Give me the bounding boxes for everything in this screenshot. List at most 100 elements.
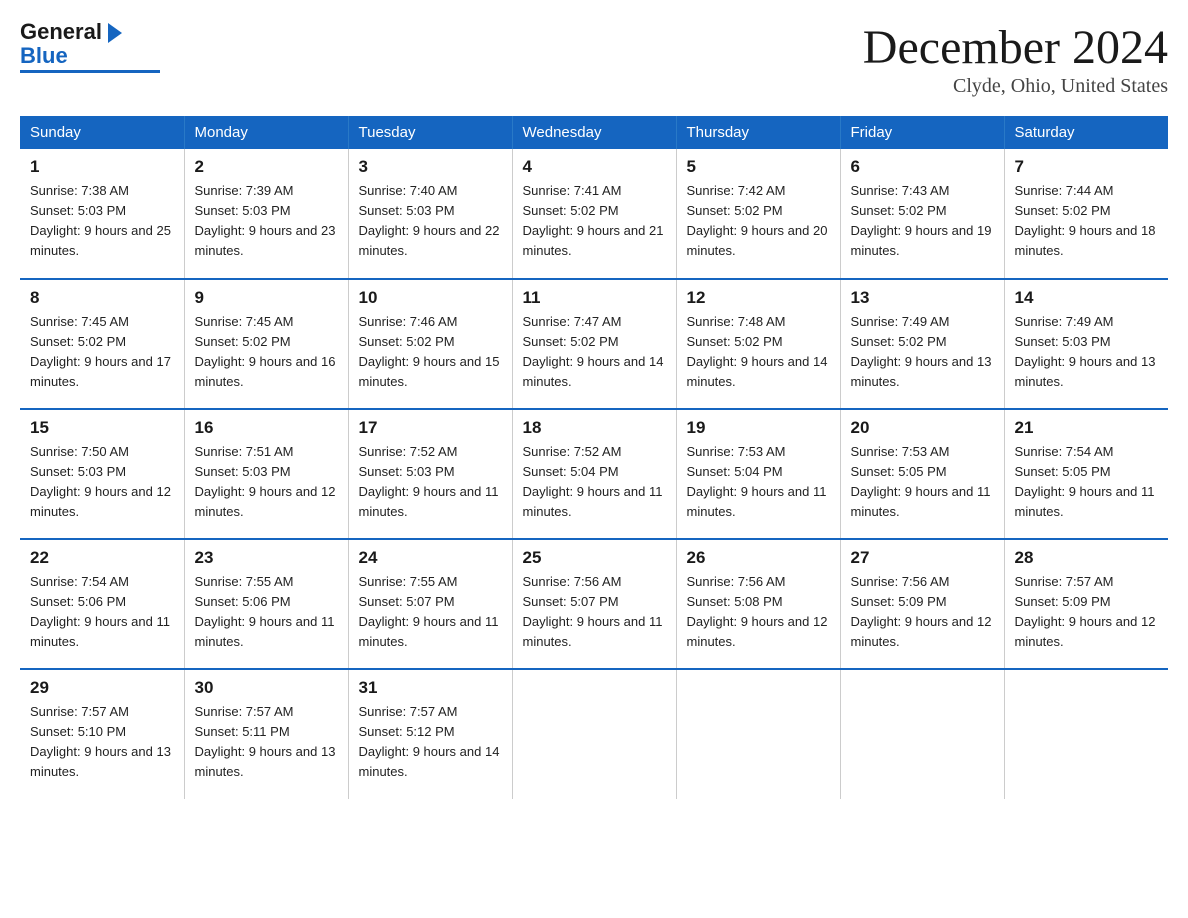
day-info: Sunrise: 7:52 AMSunset: 5:03 PMDaylight:… [359, 444, 499, 519]
calendar-day [512, 669, 676, 799]
header-wednesday: Wednesday [512, 116, 676, 149]
calendar-day: 22 Sunrise: 7:54 AMSunset: 5:06 PMDaylig… [20, 539, 184, 669]
calendar-day: 30 Sunrise: 7:57 AMSunset: 5:11 PMDaylig… [184, 669, 348, 799]
calendar-day: 20 Sunrise: 7:53 AMSunset: 5:05 PMDaylig… [840, 409, 1004, 539]
day-number: 3 [359, 157, 502, 177]
day-info: Sunrise: 7:40 AMSunset: 5:03 PMDaylight:… [359, 183, 500, 258]
day-number: 9 [195, 288, 338, 308]
day-info: Sunrise: 7:57 AMSunset: 5:11 PMDaylight:… [195, 704, 336, 779]
calendar-day: 23 Sunrise: 7:55 AMSunset: 5:06 PMDaylig… [184, 539, 348, 669]
calendar-day: 26 Sunrise: 7:56 AMSunset: 5:08 PMDaylig… [676, 539, 840, 669]
day-number: 26 [687, 548, 830, 568]
calendar-day: 16 Sunrise: 7:51 AMSunset: 5:03 PMDaylig… [184, 409, 348, 539]
day-info: Sunrise: 7:45 AMSunset: 5:02 PMDaylight:… [195, 314, 336, 389]
calendar-day: 10 Sunrise: 7:46 AMSunset: 5:02 PMDaylig… [348, 279, 512, 409]
day-number: 21 [1015, 418, 1159, 438]
day-number: 6 [851, 157, 994, 177]
day-info: Sunrise: 7:48 AMSunset: 5:02 PMDaylight:… [687, 314, 828, 389]
calendar-day: 18 Sunrise: 7:52 AMSunset: 5:04 PMDaylig… [512, 409, 676, 539]
calendar-day: 12 Sunrise: 7:48 AMSunset: 5:02 PMDaylig… [676, 279, 840, 409]
day-number: 22 [30, 548, 174, 568]
day-info: Sunrise: 7:43 AMSunset: 5:02 PMDaylight:… [851, 183, 992, 258]
day-number: 13 [851, 288, 994, 308]
day-info: Sunrise: 7:55 AMSunset: 5:07 PMDaylight:… [359, 574, 499, 649]
day-info: Sunrise: 7:56 AMSunset: 5:09 PMDaylight:… [851, 574, 992, 649]
day-headers: Sunday Monday Tuesday Wednesday Thursday… [20, 116, 1168, 149]
calendar-day: 21 Sunrise: 7:54 AMSunset: 5:05 PMDaylig… [1004, 409, 1168, 539]
logo: General Blue [20, 20, 160, 73]
calendar-week-2: 8 Sunrise: 7:45 AMSunset: 5:02 PMDayligh… [20, 279, 1168, 409]
day-info: Sunrise: 7:46 AMSunset: 5:02 PMDaylight:… [359, 314, 500, 389]
calendar-day: 19 Sunrise: 7:53 AMSunset: 5:04 PMDaylig… [676, 409, 840, 539]
calendar-day: 17 Sunrise: 7:52 AMSunset: 5:03 PMDaylig… [348, 409, 512, 539]
title-section: December 2024 Clyde, Ohio, United States [863, 20, 1168, 98]
header-tuesday: Tuesday [348, 116, 512, 149]
calendar-day [676, 669, 840, 799]
day-info: Sunrise: 7:52 AMSunset: 5:04 PMDaylight:… [523, 444, 663, 519]
logo-blue: Blue [20, 44, 68, 68]
month-title: December 2024 [863, 20, 1168, 75]
day-number: 30 [195, 678, 338, 698]
logo-line [20, 70, 160, 73]
calendar-day: 4 Sunrise: 7:41 AMSunset: 5:02 PMDayligh… [512, 149, 676, 279]
calendar-day: 13 Sunrise: 7:49 AMSunset: 5:02 PMDaylig… [840, 279, 1004, 409]
day-number: 8 [30, 288, 174, 308]
day-info: Sunrise: 7:41 AMSunset: 5:02 PMDaylight:… [523, 183, 664, 258]
day-number: 23 [195, 548, 338, 568]
day-number: 5 [687, 157, 830, 177]
calendar-day: 2 Sunrise: 7:39 AMSunset: 5:03 PMDayligh… [184, 149, 348, 279]
day-number: 17 [359, 418, 502, 438]
day-number: 27 [851, 548, 994, 568]
calendar-day: 3 Sunrise: 7:40 AMSunset: 5:03 PMDayligh… [348, 149, 512, 279]
day-info: Sunrise: 7:57 AMSunset: 5:10 PMDaylight:… [30, 704, 171, 779]
calendar-day: 1 Sunrise: 7:38 AMSunset: 5:03 PMDayligh… [20, 149, 184, 279]
calendar-day: 6 Sunrise: 7:43 AMSunset: 5:02 PMDayligh… [840, 149, 1004, 279]
calendar-day: 25 Sunrise: 7:56 AMSunset: 5:07 PMDaylig… [512, 539, 676, 669]
day-info: Sunrise: 7:55 AMSunset: 5:06 PMDaylight:… [195, 574, 335, 649]
calendar-week-3: 15 Sunrise: 7:50 AMSunset: 5:03 PMDaylig… [20, 409, 1168, 539]
calendar-week-1: 1 Sunrise: 7:38 AMSunset: 5:03 PMDayligh… [20, 149, 1168, 279]
day-number: 1 [30, 157, 174, 177]
day-number: 11 [523, 288, 666, 308]
day-info: Sunrise: 7:56 AMSunset: 5:07 PMDaylight:… [523, 574, 663, 649]
day-info: Sunrise: 7:44 AMSunset: 5:02 PMDaylight:… [1015, 183, 1156, 258]
day-number: 19 [687, 418, 830, 438]
calendar-day [840, 669, 1004, 799]
calendar-day: 8 Sunrise: 7:45 AMSunset: 5:02 PMDayligh… [20, 279, 184, 409]
day-number: 25 [523, 548, 666, 568]
calendar-day: 31 Sunrise: 7:57 AMSunset: 5:12 PMDaylig… [348, 669, 512, 799]
calendar-day: 15 Sunrise: 7:50 AMSunset: 5:03 PMDaylig… [20, 409, 184, 539]
calendar-day: 7 Sunrise: 7:44 AMSunset: 5:02 PMDayligh… [1004, 149, 1168, 279]
day-info: Sunrise: 7:47 AMSunset: 5:02 PMDaylight:… [523, 314, 664, 389]
calendar-day: 9 Sunrise: 7:45 AMSunset: 5:02 PMDayligh… [184, 279, 348, 409]
day-number: 12 [687, 288, 830, 308]
calendar-day: 24 Sunrise: 7:55 AMSunset: 5:07 PMDaylig… [348, 539, 512, 669]
day-info: Sunrise: 7:54 AMSunset: 5:06 PMDaylight:… [30, 574, 170, 649]
calendar-day: 14 Sunrise: 7:49 AMSunset: 5:03 PMDaylig… [1004, 279, 1168, 409]
header-sunday: Sunday [20, 116, 184, 149]
day-info: Sunrise: 7:53 AMSunset: 5:05 PMDaylight:… [851, 444, 991, 519]
calendar-day: 29 Sunrise: 7:57 AMSunset: 5:10 PMDaylig… [20, 669, 184, 799]
day-number: 18 [523, 418, 666, 438]
day-info: Sunrise: 7:50 AMSunset: 5:03 PMDaylight:… [30, 444, 171, 519]
calendar-day: 11 Sunrise: 7:47 AMSunset: 5:02 PMDaylig… [512, 279, 676, 409]
calendar-day: 5 Sunrise: 7:42 AMSunset: 5:02 PMDayligh… [676, 149, 840, 279]
day-number: 7 [1015, 157, 1159, 177]
header-saturday: Saturday [1004, 116, 1168, 149]
day-info: Sunrise: 7:57 AMSunset: 5:09 PMDaylight:… [1015, 574, 1156, 649]
day-number: 24 [359, 548, 502, 568]
calendar-day [1004, 669, 1168, 799]
day-info: Sunrise: 7:49 AMSunset: 5:02 PMDaylight:… [851, 314, 992, 389]
day-number: 10 [359, 288, 502, 308]
day-info: Sunrise: 7:56 AMSunset: 5:08 PMDaylight:… [687, 574, 828, 649]
header-friday: Friday [840, 116, 1004, 149]
day-info: Sunrise: 7:42 AMSunset: 5:02 PMDaylight:… [687, 183, 828, 258]
day-number: 2 [195, 157, 338, 177]
calendar-table: Sunday Monday Tuesday Wednesday Thursday… [20, 116, 1168, 799]
calendar-day: 27 Sunrise: 7:56 AMSunset: 5:09 PMDaylig… [840, 539, 1004, 669]
day-info: Sunrise: 7:49 AMSunset: 5:03 PMDaylight:… [1015, 314, 1156, 389]
calendar-day: 28 Sunrise: 7:57 AMSunset: 5:09 PMDaylig… [1004, 539, 1168, 669]
header-monday: Monday [184, 116, 348, 149]
day-number: 14 [1015, 288, 1159, 308]
page-header: General Blue December 2024 Clyde, Ohio, … [20, 20, 1168, 98]
